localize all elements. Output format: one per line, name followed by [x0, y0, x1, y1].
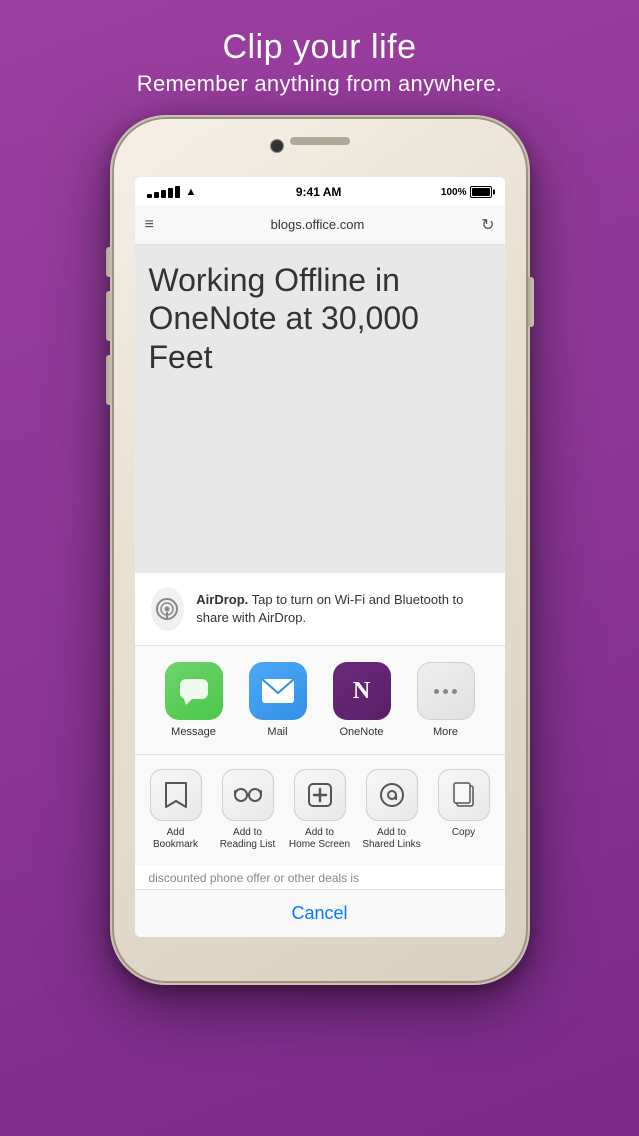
- battery-percent-label: 100%: [441, 187, 467, 198]
- status-left: ▲: [147, 186, 197, 198]
- browser-nav-bar: ≡ blogs.office.com ↻: [135, 205, 505, 245]
- phone-screen: ▲ 9:41 AM 100% ≡ blogs.office.com ↻ Work…: [135, 177, 505, 937]
- share-apps-row: Message Mail N OneNote: [135, 646, 505, 755]
- status-time: 9:41 AM: [296, 185, 342, 199]
- share-sheet: AirDrop. Tap to turn on Wi-Fi and Blueto…: [135, 573, 505, 865]
- page-snippet: discounted phone offer or other deals is: [135, 865, 505, 889]
- action-home-screen[interactable]: Add toHome Screen: [286, 769, 354, 851]
- headline-line2: Remember anything from anywhere.: [137, 71, 502, 97]
- add-to-home-icon: [307, 782, 333, 808]
- airdrop-icon-wrapper: [151, 587, 185, 631]
- volume-down-button: [106, 355, 112, 405]
- sleep-button: [528, 277, 534, 327]
- more-dot-1: [434, 689, 439, 694]
- share-app-onenote[interactable]: N OneNote: [326, 662, 398, 738]
- volume-up-button: [106, 291, 112, 341]
- volume-buttons: [106, 247, 112, 405]
- article-area: Working Offline in OneNote at 30,000 Fee…: [135, 245, 505, 573]
- share-app-mail[interactable]: Mail: [242, 662, 314, 738]
- shared-links-label: Add toShared Links: [362, 827, 420, 851]
- front-camera: [270, 139, 284, 153]
- home-screen-icon: [294, 769, 346, 821]
- signal-bars: [147, 186, 180, 198]
- battery-icon: [470, 186, 492, 198]
- cancel-bar: Cancel: [135, 889, 505, 937]
- airdrop-text: AirDrop. Tap to turn on Wi-Fi and Blueto…: [196, 591, 488, 627]
- cancel-button[interactable]: Cancel: [291, 903, 347, 924]
- app-headline: Clip your life Remember anything from an…: [137, 28, 502, 97]
- action-add-bookmark[interactable]: AddBookmark: [142, 769, 210, 851]
- reading-list-icon: [222, 769, 274, 821]
- more-apps-label: More: [433, 726, 458, 738]
- headline-line1: Clip your life: [137, 28, 502, 67]
- mail-app-label: Mail: [267, 726, 287, 738]
- share-app-message[interactable]: Message: [158, 662, 230, 738]
- refresh-icon[interactable]: ↻: [481, 215, 494, 235]
- onenote-app-label: OneNote: [339, 726, 383, 738]
- signal-bar-1: [147, 194, 152, 198]
- battery-fill: [472, 188, 490, 196]
- signal-bar-5: [175, 186, 180, 198]
- action-reading-list[interactable]: Add toReading List: [214, 769, 282, 851]
- more-apps-icon: [417, 662, 475, 720]
- airdrop-icon: [154, 596, 180, 622]
- mail-envelope-icon: [261, 678, 295, 704]
- power-button: [528, 277, 534, 327]
- more-dot-2: [443, 689, 448, 694]
- phone-top-hardware: [112, 117, 528, 177]
- message-app-label: Message: [171, 726, 216, 738]
- more-dots: [434, 689, 457, 694]
- shared-links-icon: [366, 769, 418, 821]
- airdrop-row[interactable]: AirDrop. Tap to turn on Wi-Fi and Blueto…: [135, 573, 505, 646]
- home-screen-label: Add toHome Screen: [289, 827, 350, 851]
- action-shared-links[interactable]: Add toShared Links: [358, 769, 426, 851]
- share-app-more[interactable]: More: [410, 662, 482, 738]
- signal-bar-2: [154, 192, 159, 198]
- message-app-icon: [165, 662, 223, 720]
- status-right: 100%: [441, 186, 493, 198]
- at-sign-icon: [379, 782, 405, 808]
- article-title: Working Offline in OneNote at 30,000 Fee…: [149, 261, 491, 376]
- reading-list-label: Add toReading List: [220, 827, 276, 851]
- mail-app-icon: [249, 662, 307, 720]
- copy-icon: [438, 769, 490, 821]
- message-bubble-icon: [178, 675, 210, 707]
- signal-bar-4: [168, 188, 173, 198]
- action-copy[interactable]: Copy: [430, 769, 498, 851]
- mute-button: [106, 247, 112, 277]
- share-actions-row: AddBookmark Add toReading List: [135, 755, 505, 865]
- add-bookmark-label: AddBookmark: [153, 827, 198, 851]
- signal-bar-3: [161, 190, 166, 198]
- wifi-icon: ▲: [186, 186, 197, 198]
- glasses-icon: [234, 787, 262, 803]
- more-dot-3: [452, 689, 457, 694]
- onenote-app-icon: N: [333, 662, 391, 720]
- nav-menu-icon[interactable]: ≡: [145, 216, 154, 234]
- browser-url[interactable]: blogs.office.com: [162, 217, 473, 232]
- battery-shell: [470, 186, 492, 198]
- phone-device: ▲ 9:41 AM 100% ≡ blogs.office.com ↻ Work…: [110, 115, 530, 985]
- add-bookmark-icon: [150, 769, 202, 821]
- airdrop-bold: AirDrop.: [196, 592, 248, 607]
- onenote-n-letter: N: [353, 678, 370, 705]
- earpiece-speaker: [290, 137, 350, 145]
- bookmark-icon: [164, 781, 188, 809]
- status-bar: ▲ 9:41 AM 100%: [135, 177, 505, 205]
- copy-label: Copy: [452, 827, 475, 839]
- copy-pages-icon: [452, 781, 476, 809]
